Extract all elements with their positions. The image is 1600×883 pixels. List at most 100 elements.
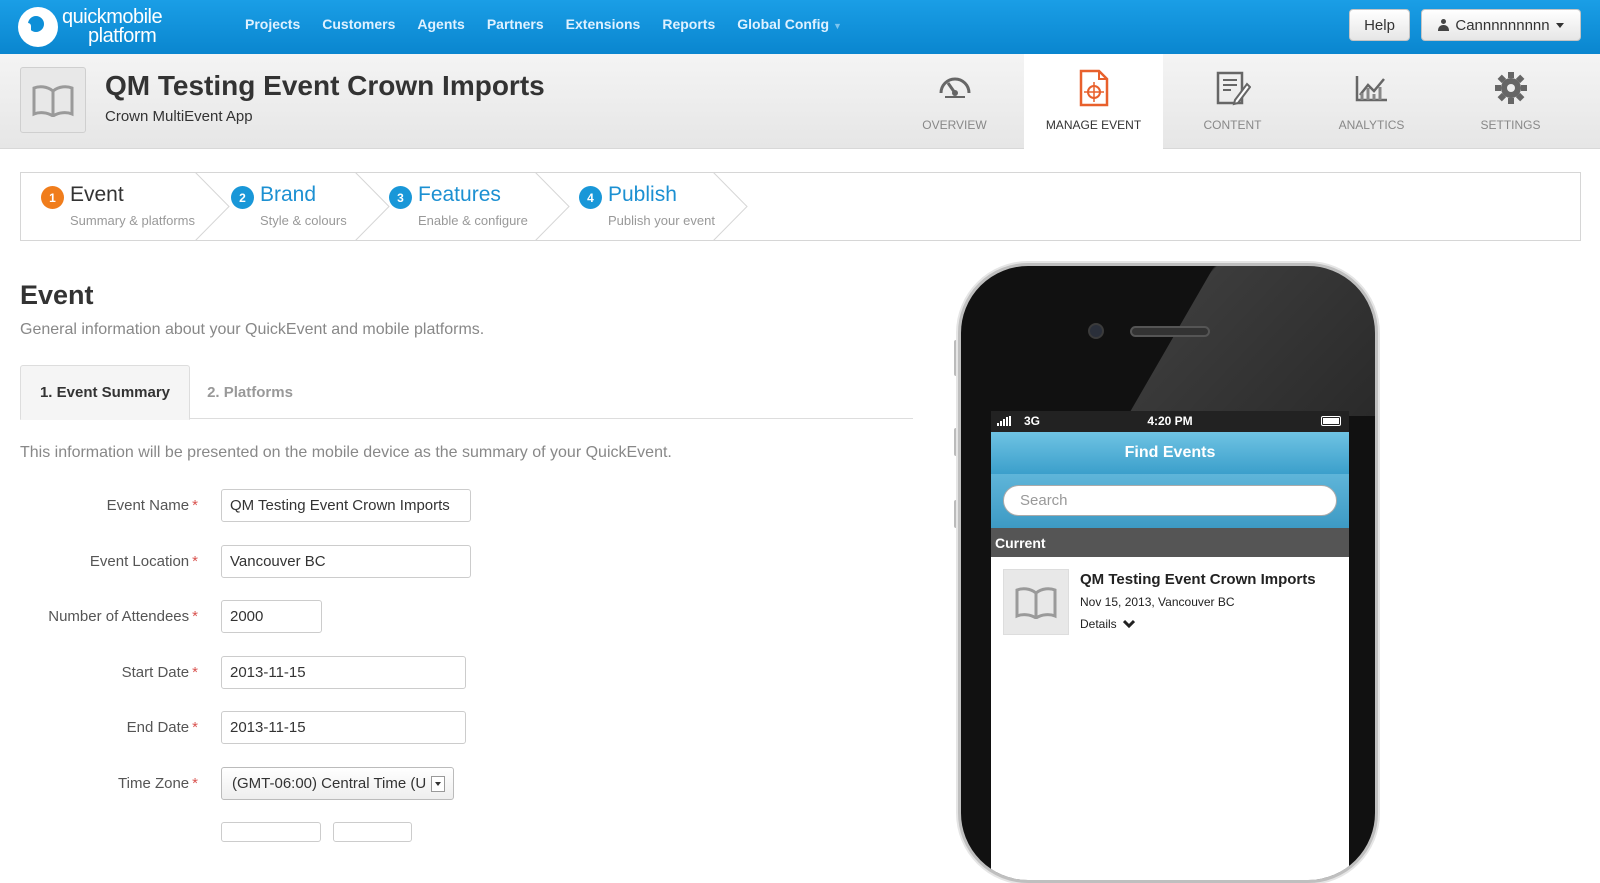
nav-projects[interactable]: Projects xyxy=(245,16,300,32)
tab-overview[interactable]: OVERVIEW xyxy=(885,54,1024,149)
event-location-label-text: Event Location xyxy=(89,553,190,570)
step-subtitle: Style & colours xyxy=(260,213,347,228)
start-date-label: Start Date * xyxy=(122,664,198,681)
form-info-text: This information will be presented on th… xyxy=(20,444,672,461)
event-name-label: Event Name * xyxy=(107,497,198,514)
gear-icon xyxy=(1494,72,1527,104)
tab-content[interactable]: CONTENT xyxy=(1163,54,1302,149)
attendees-label: Number of Attendees * xyxy=(48,608,198,625)
chevron-down-icon xyxy=(1122,619,1135,629)
select-arrow-icon xyxy=(431,776,445,792)
phone-header-title: Find Events xyxy=(991,432,1349,474)
chart-icon xyxy=(1355,76,1387,102)
top-navbar: quickmobile platform Projects Customers … xyxy=(0,0,1600,54)
step-divider-icon xyxy=(535,172,570,241)
phone-preview: 3G 4:20 PM Find Events Search Current QM… xyxy=(958,263,1378,883)
wizard-step-event[interactable]: 1 Event Summary & platforms xyxy=(21,173,221,240)
nav-reports[interactable]: Reports xyxy=(662,16,715,32)
nav-agents[interactable]: Agents xyxy=(417,16,464,32)
event-item-meta: Nov 15, 2013, Vancouver BC xyxy=(1080,595,1235,609)
quickmobile-logo[interactable]: quickmobile platform xyxy=(18,6,163,48)
phone-search-bar: Search xyxy=(991,474,1349,528)
step-title: Brand xyxy=(260,183,317,206)
book-icon xyxy=(32,85,74,117)
end-date-label-text: End Date xyxy=(126,719,190,736)
app-thumbnail xyxy=(20,67,86,133)
app-title: QM Testing Event Crown Imports xyxy=(105,70,545,101)
tab-content-label: CONTENT xyxy=(1203,118,1262,132)
tab-event-summary[interactable]: 1. Event Summary xyxy=(20,365,190,420)
phone-status-bar: 3G 4:20 PM xyxy=(991,411,1349,432)
step-number-badge: 2 xyxy=(231,186,254,209)
required-mark: * xyxy=(192,775,198,792)
event-location-input[interactable]: Vancouver BC xyxy=(221,545,471,578)
user-name: Cannnnnnnnn xyxy=(1455,16,1550,34)
phone-search-input[interactable]: Search xyxy=(1003,485,1337,516)
help-button[interactable]: Help xyxy=(1349,9,1410,41)
nav-extensions[interactable]: Extensions xyxy=(566,16,641,32)
tab-analytics[interactable]: ANALYTICS xyxy=(1302,54,1441,149)
step-number-badge: 3 xyxy=(389,186,412,209)
required-mark: * xyxy=(192,664,198,681)
event-name-label-text: Event Name xyxy=(106,497,190,514)
form-row-event-name: Event Name * QM Testing Event Crown Impor… xyxy=(0,489,900,523)
phone-speaker xyxy=(1130,326,1210,337)
header-tabs: OVERVIEW MANAGE EVENT CONTENT ANALYTICS … xyxy=(885,54,1580,149)
nav-customers[interactable]: Customers xyxy=(322,16,395,32)
edit-document-icon xyxy=(1216,71,1251,106)
required-mark: * xyxy=(192,553,198,570)
tab-analytics-label: ANALYTICS xyxy=(1338,118,1405,132)
time-zone-label-text: Time Zone xyxy=(118,775,190,792)
phone-screen: 3G 4:20 PM Find Events Search Current QM… xyxy=(991,411,1349,880)
event-document-icon xyxy=(1079,69,1108,107)
event-location-label: Event Location * xyxy=(90,553,198,570)
tab-overview-label: OVERVIEW xyxy=(922,118,987,132)
tab-settings-label: SETTINGS xyxy=(1480,118,1541,132)
time-field-stub[interactable] xyxy=(221,822,321,842)
form-tabs: 1. Event Summary 2. Platforms xyxy=(20,365,913,420)
event-name-input[interactable]: QM Testing Event Crown Imports xyxy=(221,489,471,522)
attendees-label-text: Number of Attendees xyxy=(48,608,190,625)
form-row-end-date: End Date * 2013-11-15 xyxy=(0,711,900,745)
step-title: Event xyxy=(70,183,124,206)
form-row-time-zone: Time Zone * (GMT-06:00) Central Time (U xyxy=(0,767,900,801)
phone-group-header: Current xyxy=(991,528,1349,557)
battery-icon xyxy=(1321,416,1341,426)
end-date-input[interactable]: 2013-11-15 xyxy=(221,711,466,744)
user-menu-button[interactable]: Cannnnnnnnn xyxy=(1421,9,1581,41)
tab-settings[interactable]: SETTINGS xyxy=(1441,54,1580,149)
required-mark: * xyxy=(192,608,198,625)
logo-mark-icon xyxy=(18,7,58,47)
step-title: Publish xyxy=(608,183,677,206)
step-subtitle: Publish your event xyxy=(608,213,715,228)
details-label: Details xyxy=(1080,617,1117,631)
attendees-input[interactable]: 2000 xyxy=(221,600,322,633)
form-row-start-date: Start Date * 2013-11-15 xyxy=(0,656,900,690)
nav-partners[interactable]: Partners xyxy=(487,16,544,32)
time-zone-value: (GMT-06:00) Central Time (U xyxy=(232,775,427,792)
tab-manage-event[interactable]: MANAGE EVENT xyxy=(1024,54,1163,149)
phone-event-item[interactable]: QM Testing Event Crown Imports Nov 15, 2… xyxy=(991,557,1349,647)
end-date-label: End Date * xyxy=(127,719,198,736)
event-details-toggle[interactable]: Details xyxy=(1080,617,1135,631)
status-time: 4:20 PM xyxy=(1147,414,1193,428)
time-zone-select[interactable]: (GMT-06:00) Central Time (U xyxy=(221,767,454,800)
nav-global-config-label: Global Config xyxy=(737,16,830,32)
gauge-icon xyxy=(939,77,970,98)
book-icon xyxy=(1015,587,1057,619)
step-divider-icon xyxy=(195,172,230,241)
step-divider-icon xyxy=(713,172,748,241)
caret-down-icon xyxy=(1555,22,1564,28)
step-subtitle: Summary & platforms xyxy=(70,213,195,228)
section-title: Event xyxy=(20,280,94,310)
step-number-badge: 1 xyxy=(41,186,64,209)
tab-platforms[interactable]: 2. Platforms xyxy=(195,365,305,419)
step-number-badge: 4 xyxy=(579,186,602,209)
step-title: Features xyxy=(418,183,501,206)
time-field-stub-2[interactable] xyxy=(333,822,412,842)
step-subtitle: Enable & configure xyxy=(418,213,528,228)
start-date-input[interactable]: 2013-11-15 xyxy=(221,656,466,689)
nav-global-config[interactable]: Global Config ▼ xyxy=(737,16,842,32)
logo-text-line2: platform xyxy=(88,25,157,47)
form-row-attendees: Number of Attendees * 2000 xyxy=(0,600,900,634)
